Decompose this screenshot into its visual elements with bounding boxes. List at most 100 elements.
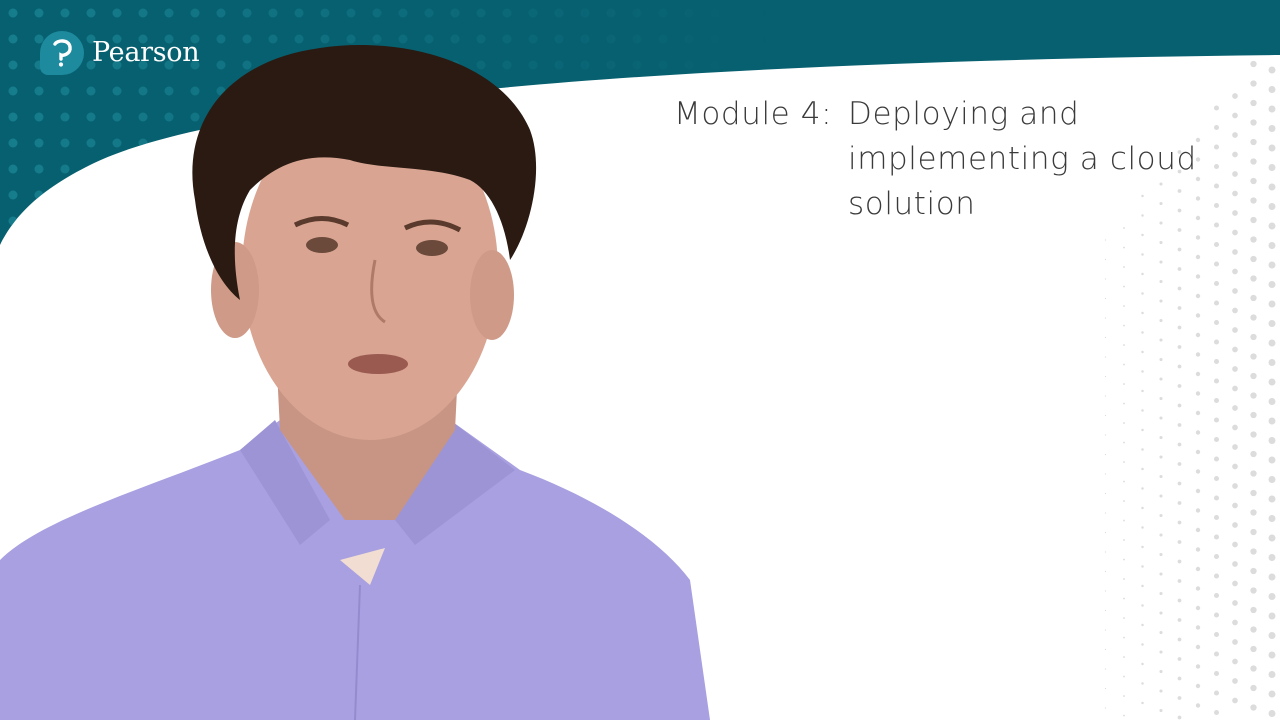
halftone-dot (1141, 526, 1144, 529)
halftone-dot (1232, 444, 1238, 450)
halftone-dot (1195, 605, 1201, 611)
halftone-dot (1159, 279, 1163, 284)
halftone-dot (1250, 216, 1257, 224)
halftone-dot (1195, 703, 1201, 708)
halftone-dot (1104, 648, 1107, 651)
halftone-dot (1213, 670, 1220, 677)
halftone-dot (1213, 378, 1220, 384)
halftone-dot (1213, 592, 1220, 599)
halftone-dot (1159, 455, 1163, 459)
halftone-dot (1141, 506, 1144, 510)
title-line-1: Module 4: Deploying and (674, 92, 1197, 137)
halftone-dot (1104, 551, 1107, 553)
halftone-dot (1268, 86, 1276, 93)
halftone-dot (1123, 441, 1125, 444)
halftone-dot (1177, 364, 1182, 369)
halftone-dot (1213, 709, 1220, 716)
halftone-dot (1159, 708, 1163, 713)
halftone-dot (1159, 494, 1163, 498)
halftone-dot (1177, 618, 1182, 622)
halftone-dot (1123, 461, 1125, 463)
halftone-dot (1177, 637, 1182, 642)
halftone-dot (1177, 267, 1182, 271)
halftone-dot (1268, 359, 1276, 366)
halftone-dot (1159, 416, 1163, 420)
halftone-dot (1268, 144, 1276, 152)
halftone-dot (1268, 534, 1276, 542)
module-label: Module 4: (674, 96, 833, 132)
halftone-dot (1195, 508, 1201, 513)
halftone-dot (1268, 300, 1276, 308)
halftone-dot (1104, 668, 1107, 670)
halftone-dot (1213, 144, 1220, 150)
halftone-dot (1250, 431, 1257, 438)
halftone-dot (1104, 707, 1107, 709)
halftone-dot (1177, 384, 1182, 388)
halftone-dot (1250, 294, 1257, 302)
halftone-dot (1141, 233, 1144, 237)
halftone-dot (1104, 317, 1107, 319)
halftone-dot (1177, 286, 1182, 291)
halftone-dot (1159, 299, 1163, 303)
video-frame: Pearson Module 4: Deploying and implemen… (0, 0, 1280, 720)
halftone-dot (1250, 158, 1257, 165)
halftone-dot (1141, 623, 1144, 627)
halftone-dot (1250, 509, 1257, 516)
halftone-dot (1250, 411, 1257, 419)
halftone-dot (1159, 611, 1163, 615)
halftone-dot (1268, 632, 1276, 639)
halftone-dot (1213, 436, 1220, 443)
halftone-dot (1195, 644, 1201, 650)
halftone-dot (1213, 280, 1220, 287)
halftone-dot (1232, 210, 1238, 216)
halftone-dot (1195, 683, 1201, 689)
halftone-dot (1123, 714, 1125, 717)
halftone-dot (1232, 502, 1238, 509)
halftone-dot (1104, 258, 1107, 261)
halftone-dot (1268, 222, 1276, 230)
halftone-dot (1232, 327, 1238, 333)
halftone-dot (1250, 704, 1257, 711)
halftone-dot (1123, 597, 1125, 600)
halftone-dot (1232, 639, 1238, 645)
halftone-dot (1250, 353, 1257, 360)
halftone-dot (1268, 105, 1276, 113)
halftone-dot (1195, 391, 1201, 396)
halftone-dot (1250, 470, 1257, 477)
halftone-dot (1268, 437, 1276, 444)
halftone-dot (1250, 606, 1257, 614)
halftone-dot (1123, 422, 1125, 424)
halftone-dot (1213, 631, 1220, 638)
halftone-dot (1123, 305, 1125, 307)
halftone-dot (1268, 573, 1276, 581)
halftone-dot (1250, 60, 1257, 68)
halftone-dot (1159, 338, 1163, 342)
halftone-dot (1104, 531, 1107, 534)
halftone-dot (1104, 590, 1107, 592)
halftone-dot (1232, 366, 1238, 372)
halftone-dot (1250, 138, 1257, 146)
halftone-dot (1213, 514, 1220, 521)
halftone-dot (1104, 570, 1107, 573)
halftone-dot (1141, 253, 1144, 256)
halftone-dot (1177, 462, 1182, 466)
halftone-dot (1195, 410, 1201, 416)
halftone-dot (1213, 612, 1220, 618)
halftone-dot (1213, 495, 1220, 501)
halftone-dot (1123, 519, 1125, 522)
module-title: Module 4: Deploying and implementing a c… (674, 92, 1197, 227)
halftone-dot (1213, 163, 1220, 170)
halftone-dot (1232, 346, 1238, 353)
halftone-dot (1123, 617, 1125, 619)
halftone-dot (1141, 467, 1144, 471)
halftone-dot (1123, 578, 1125, 580)
halftone-dot (1250, 587, 1257, 594)
halftone-dot (1250, 255, 1257, 263)
halftone-dot (1177, 715, 1182, 720)
halftone-dot (1268, 515, 1276, 522)
halftone-dot (1177, 228, 1182, 232)
halftone-dot (1195, 449, 1201, 455)
halftone-dot (1177, 696, 1182, 700)
halftone-dot (1232, 151, 1238, 158)
halftone-dot (1195, 430, 1201, 435)
